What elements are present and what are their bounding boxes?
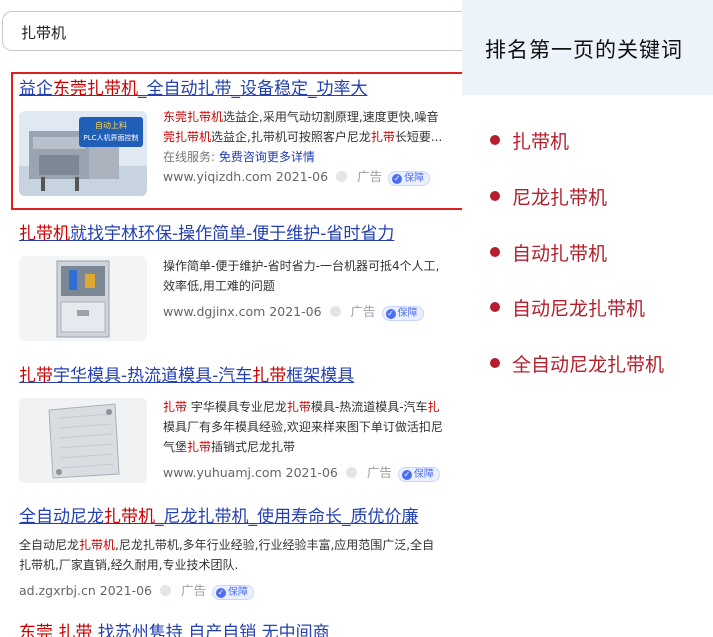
result-meta: www.yiqizdh.com 2021-06 广告 ✓ 保障 <box>163 167 462 187</box>
ad-label: 广告 <box>357 169 383 184</box>
thumb-caption-2: PLC人机界面控制 <box>83 133 138 142</box>
result-description: 操作简单-便于维护-省时省力-一台机器可抵4个人工, 效率低,用工难的问题 ww… <box>163 256 462 322</box>
keyword-item: 自动尼龙扎带机 <box>490 294 645 321</box>
keyword-item: 全自动尼龙扎带机 <box>490 350 664 377</box>
keyword-panel: 排名第一页的关键词 扎带机 尼龙扎带机 自动扎带机 自动尼龙扎带机 全自动尼龙扎… <box>462 0 713 637</box>
ad-label: 广告 <box>181 583 207 598</box>
keyword-item: 扎带机 <box>490 127 569 154</box>
info-icon[interactable] <box>336 171 348 182</box>
result-thumbnail[interactable] <box>19 398 147 483</box>
keyword-panel-header: 排名第一页的关键词 <box>462 0 713 95</box>
search-result: 扎带机就找宇林环保-操作简单-便于维护-省时省力 操作简单-便于维护-省时省力-… <box>19 223 462 341</box>
info-icon[interactable] <box>160 585 171 596</box>
result-date: 2021-06 <box>285 465 338 480</box>
ad-label: 广告 <box>350 304 376 319</box>
service-label: 在线服务: <box>163 150 216 164</box>
search-result: 益企东莞扎带机_全自动扎带_设备稳定_功率大 自动上料 PLC人机界面控制 东莞… <box>19 78 462 196</box>
check-icon: ✓ <box>392 174 403 184</box>
thumb-caption-1: 自动上料 <box>95 120 127 130</box>
check-icon: ✓ <box>385 309 396 319</box>
result-title-link[interactable]: 扎带机就找宇林环保-操作简单-便于维护-省时省力 <box>19 223 462 245</box>
result-date: 2021-06 <box>275 169 329 184</box>
result-date: 2021-06 <box>99 583 152 598</box>
guarantee-badge[interactable]: ✓ 保障 <box>212 585 255 600</box>
result-thumbnail[interactable]: 自动上料 PLC人机界面控制 <box>19 111 147 196</box>
result-thumbnail[interactable] <box>19 256 147 341</box>
search-input[interactable] <box>19 22 423 42</box>
check-icon: ✓ <box>401 470 412 480</box>
search-result: 东莞 扎带 找苏州隽持 自产自销 无中间商 <box>19 622 462 637</box>
keyword-item: 自动扎带机 <box>490 239 607 266</box>
search-result: 扎带宇华模具-热流道模具-汽车扎带框架模具 扎带 宇华模具专业尼龙扎带模具-热流… <box>19 365 462 483</box>
result-meta: www.yuhuamj.com 2021-06 广告 ✓ 保障 <box>163 463 462 483</box>
check-icon: ✓ <box>216 588 227 598</box>
result-url: www.yuhuamj.com <box>163 465 282 480</box>
result-meta: www.dgjinx.com 2021-06 广告 ✓ 保障 <box>163 302 462 322</box>
result-url: ad.zgxrbj.cn <box>19 583 96 598</box>
service-link[interactable]: 免费咨询更多详情 <box>219 150 315 164</box>
result-description: 扎带 宇华模具专业尼龙扎带模具-热流道模具-汽车扎 模具厂有多年模具经验,欢迎来… <box>163 397 462 483</box>
result-description: 东莞扎带机选益企,采用气动切割原理,速度更快,噪音 莞扎带机选益企,扎带机可按照… <box>163 107 462 187</box>
keyword-item: 尼龙扎带机 <box>490 183 607 210</box>
guarantee-badge[interactable]: ✓ 保障 <box>381 306 424 321</box>
keyword-panel-title: 排名第一页的关键词 <box>485 38 683 62</box>
guarantee-badge[interactable]: ✓ 保障 <box>397 467 440 482</box>
result-date: 2021-06 <box>269 304 322 319</box>
result-url: www.dgjinx.com <box>163 304 266 319</box>
search-results-panel: 益企东莞扎带机_全自动扎带_设备稳定_功率大 自动上料 PLC人机界面控制 东莞… <box>0 0 462 637</box>
result-title-link[interactable]: 益企东莞扎带机_全自动扎带_设备稳定_功率大 <box>19 78 462 100</box>
result-title-link[interactable]: 东莞 扎带 找苏州隽持 自产自销 无中间商 <box>19 622 462 637</box>
result-description: 全自动尼龙扎带机,尼龙扎带机,多年行业经验,行业经验丰富,应用范围广泛,全自 扎… <box>19 535 461 601</box>
search-box[interactable] <box>2 11 462 51</box>
result-title-link[interactable]: 全自动尼龙扎带机_尼龙扎带机_使用寿命长_质优价廉 <box>19 506 462 528</box>
info-icon[interactable] <box>329 306 341 317</box>
search-result: 全自动尼龙扎带机_尼龙扎带机_使用寿命长_质优价廉 全自动尼龙扎带机,尼龙扎带机… <box>19 506 462 600</box>
guarantee-badge[interactable]: ✓ 保障 <box>388 171 431 186</box>
result-title-link[interactable]: 扎带宇华模具-热流道模具-汽车扎带框架模具 <box>19 365 462 387</box>
result-meta: ad.zgxrbj.cn 2021-06 广告 ✓ 保障 <box>19 581 461 601</box>
info-icon[interactable] <box>345 467 357 478</box>
ad-label: 广告 <box>366 465 392 480</box>
result-url: www.yiqizdh.com <box>163 169 272 184</box>
